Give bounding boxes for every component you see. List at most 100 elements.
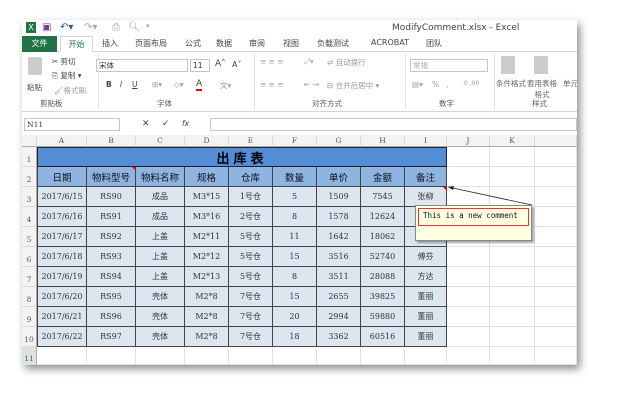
decimal-icon[interactable]: .0 .00 bbox=[462, 80, 479, 87]
table-cell[interactable]: 12624 bbox=[361, 207, 405, 227]
table-cell[interactable]: 壳体 bbox=[136, 307, 185, 327]
indent-icon[interactable]: ⇤ ⇥ bbox=[304, 80, 319, 89]
column-header-blank[interactable] bbox=[535, 135, 577, 147]
table-cell[interactable]: 2017/6/17 bbox=[37, 227, 87, 247]
column-header-C[interactable]: C bbox=[136, 135, 185, 147]
fill-color-icon[interactable]: ◇▾ bbox=[174, 80, 184, 89]
formula-input[interactable] bbox=[210, 118, 577, 131]
conditional-format-icon[interactable] bbox=[501, 56, 515, 74]
table-cell[interactable]: M2*8 bbox=[185, 287, 229, 307]
table-cell[interactable]: 2017/6/19 bbox=[37, 267, 87, 287]
comment-text[interactable]: This is a new comment bbox=[418, 208, 529, 226]
table-cell[interactable]: 1642 bbox=[317, 227, 361, 247]
grid-cell[interactable] bbox=[37, 347, 87, 365]
table-cell[interactable]: RS91 bbox=[87, 207, 136, 227]
table-cell[interactable]: M2*8 bbox=[185, 327, 229, 347]
grid-cell[interactable] bbox=[447, 187, 490, 207]
grid-cell[interactable] bbox=[185, 347, 229, 365]
table-cell[interactable]: RS96 bbox=[87, 307, 136, 327]
table-cell[interactable]: 8 bbox=[273, 267, 317, 287]
table-cell[interactable]: M3*15 bbox=[185, 187, 229, 207]
grid-cell[interactable] bbox=[535, 207, 577, 227]
tab-view[interactable]: 视图 bbox=[283, 38, 299, 49]
row-header-9[interactable]: 9 bbox=[22, 307, 37, 327]
tab-insert[interactable]: 插入 bbox=[102, 38, 118, 49]
currency-icon[interactable]: ▤▾ bbox=[412, 80, 423, 89]
column-header-G[interactable]: G bbox=[317, 135, 361, 147]
table-cell[interactable]: 7545 bbox=[361, 187, 405, 207]
insert-function-icon[interactable]: fx bbox=[182, 119, 189, 128]
table-cell[interactable]: 20 bbox=[273, 307, 317, 327]
table-cell[interactable]: 上盖 bbox=[136, 227, 185, 247]
column-header-F[interactable]: F bbox=[273, 135, 317, 147]
grid-cell[interactable] bbox=[447, 247, 490, 267]
table-cell[interactable]: 2017/6/16 bbox=[37, 207, 87, 227]
column-header-cell[interactable]: 日期 bbox=[37, 167, 87, 187]
table-cell[interactable]: 壳体 bbox=[136, 287, 185, 307]
table-cell[interactable]: 59880 bbox=[361, 307, 405, 327]
grid-cell[interactable] bbox=[490, 187, 535, 207]
grid-cell[interactable] bbox=[535, 187, 577, 207]
tab-review[interactable]: 审阅 bbox=[249, 38, 265, 49]
table-cell[interactable]: 5号仓 bbox=[229, 247, 273, 267]
column-header-cell[interactable]: 仓库 bbox=[229, 167, 273, 187]
align-top-icon[interactable]: ≡ ≡ ≡ bbox=[260, 57, 284, 66]
table-cell[interactable]: 傅芬 bbox=[405, 247, 447, 267]
format-painter-button[interactable]: 🖌︎格式刷 bbox=[54, 85, 86, 96]
table-cell[interactable]: 8 bbox=[273, 207, 317, 227]
table-cell[interactable]: 2994 bbox=[317, 307, 361, 327]
table-cell[interactable]: 1578 bbox=[317, 207, 361, 227]
grid-cell[interactable] bbox=[447, 167, 490, 187]
grow-font-icon[interactable]: A˄ bbox=[215, 59, 226, 69]
table-cell[interactable]: RS95 bbox=[87, 287, 136, 307]
column-header-cell[interactable]: 物料名称 bbox=[136, 167, 185, 187]
table-cell[interactable]: 11 bbox=[273, 227, 317, 247]
customize-qat-icon[interactable]: ▾ bbox=[146, 22, 150, 30]
print-icon[interactable]: ⎙ bbox=[112, 22, 120, 33]
grid-cell[interactable] bbox=[405, 347, 447, 365]
tab-file[interactable]: 文件 bbox=[22, 36, 57, 52]
tab-load-test[interactable]: 负载测试 bbox=[317, 38, 349, 49]
save-icon[interactable]: ▣ bbox=[42, 22, 51, 33]
table-cell[interactable]: 18 bbox=[273, 327, 317, 347]
table-cell[interactable]: 3511 bbox=[317, 267, 361, 287]
tab-formulas[interactable]: 公式 bbox=[185, 38, 201, 49]
cell-styles-button[interactable]: 单元 bbox=[563, 78, 577, 89]
name-box[interactable]: N11 bbox=[24, 118, 120, 131]
table-cell[interactable]: 董丽 bbox=[405, 327, 447, 347]
tab-data[interactable]: 数据 bbox=[216, 38, 232, 49]
grid-cell[interactable] bbox=[535, 247, 577, 267]
column-header-cell[interactable]: 备注 bbox=[405, 167, 447, 187]
format-as-table-button[interactable]: 套用表格格式 bbox=[527, 78, 557, 100]
column-header-cell[interactable]: 单价 bbox=[317, 167, 361, 187]
conditional-format-button[interactable]: 条件格式 bbox=[496, 78, 526, 89]
row-header-1[interactable]: 1 bbox=[22, 147, 37, 167]
grid-cell[interactable] bbox=[87, 347, 136, 365]
table-cell[interactable]: 2017/6/22 bbox=[37, 327, 87, 347]
table-cell[interactable]: 5号仓 bbox=[229, 267, 273, 287]
row-header-10[interactable]: 10 bbox=[22, 327, 37, 347]
row-header-4[interactable]: 4 bbox=[22, 207, 37, 227]
grid-cell[interactable] bbox=[535, 287, 577, 307]
grid-cell[interactable] bbox=[490, 327, 535, 347]
table-cell[interactable]: 张柳 bbox=[405, 187, 447, 207]
underline-button[interactable]: U bbox=[132, 80, 138, 89]
tab-acrobat[interactable]: ACROBAT bbox=[371, 38, 409, 47]
grid-cell[interactable] bbox=[490, 267, 535, 287]
table-cell[interactable]: 2655 bbox=[317, 287, 361, 307]
column-header-I[interactable]: I bbox=[405, 135, 447, 147]
paste-icon[interactable] bbox=[28, 57, 42, 75]
column-header-J[interactable]: J bbox=[447, 135, 490, 147]
table-cell[interactable]: RS92 bbox=[87, 227, 136, 247]
table-cell[interactable]: 7号仓 bbox=[229, 327, 273, 347]
column-header-D[interactable]: D bbox=[185, 135, 229, 147]
copy-button[interactable]: ⎘ 复制 ▾ bbox=[52, 70, 82, 81]
table-cell[interactable]: RS97 bbox=[87, 327, 136, 347]
grid-cell[interactable] bbox=[273, 347, 317, 365]
table-cell[interactable]: M2*8 bbox=[185, 307, 229, 327]
border-icon[interactable]: ⊞▾ bbox=[152, 80, 162, 89]
table-cell[interactable]: RS94 bbox=[87, 267, 136, 287]
cut-button[interactable]: ✂ 剪切 bbox=[52, 56, 76, 67]
table-cell[interactable]: 3516 bbox=[317, 247, 361, 267]
table-cell[interactable]: 2017/6/18 bbox=[37, 247, 87, 267]
